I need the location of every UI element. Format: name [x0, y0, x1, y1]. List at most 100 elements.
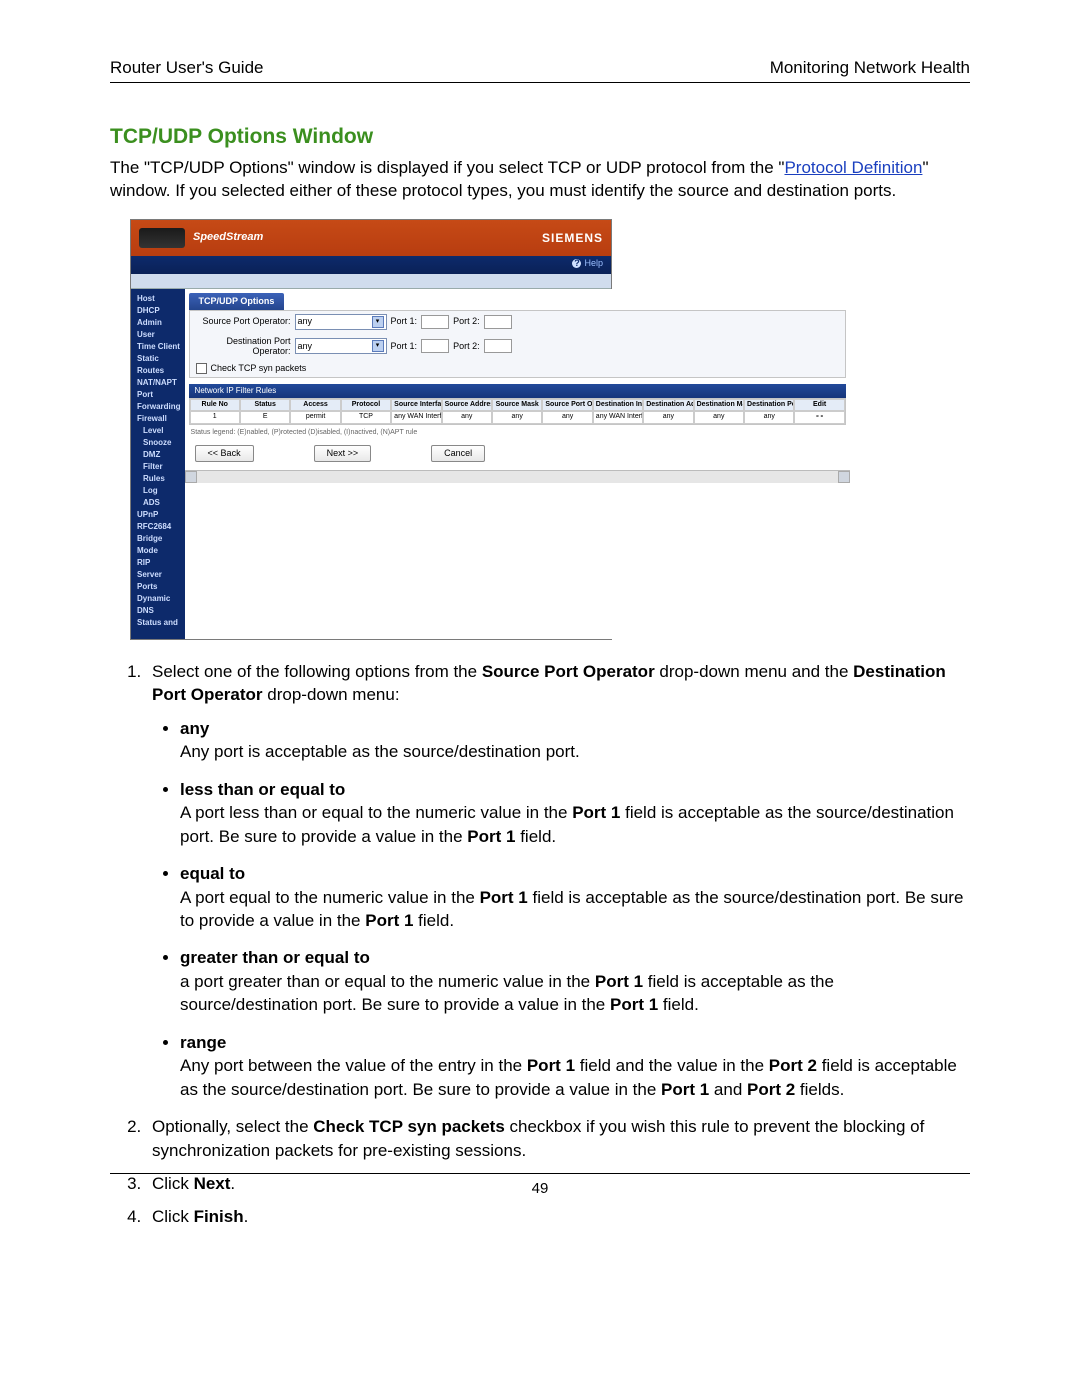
src-port1-input[interactable]: [421, 315, 449, 329]
table-header: Destination Interface: [593, 399, 643, 411]
table-cell: any WAN Interface: [593, 411, 643, 423]
screenshot-help-bar: ?Help: [131, 256, 611, 274]
intro-paragraph: The "TCP/UDP Options" window is displaye…: [110, 157, 970, 203]
option-item: equal toA port equal to the numeric valu…: [180, 862, 970, 932]
table-cell: any: [643, 411, 693, 423]
sidebar-item[interactable]: Status and: [137, 617, 181, 629]
src-port-label: Source Port Operator:: [196, 316, 291, 327]
sidebar-item[interactable]: DMZ: [143, 449, 181, 461]
sidebar-item[interactable]: NAT/NAPT: [137, 377, 181, 389]
table-cell: any: [442, 411, 492, 423]
sidebar-item[interactable]: Admin User: [137, 317, 181, 341]
table-header: Destination Mask: [694, 399, 744, 411]
table-header: Source Port Op: [542, 399, 592, 411]
table-header: Protocol: [341, 399, 391, 411]
sidebar-item[interactable]: Static Routes: [137, 353, 181, 377]
table-cell: E: [240, 411, 290, 423]
table-cell: ∘∘: [794, 411, 844, 423]
back-button[interactable]: << Back: [195, 445, 254, 462]
table-header: Status: [240, 399, 290, 411]
sidebar-item[interactable]: Log: [143, 485, 181, 497]
option-item: greater than or equal toa port greater t…: [180, 946, 970, 1016]
sidebar-item[interactable]: RFC2684: [137, 521, 181, 533]
option-desc: a port greater than or equal to the nume…: [180, 970, 970, 1017]
table-header: Source Mask: [492, 399, 542, 411]
screenshot-titlebar: SpeedStream SIEMENS: [131, 220, 611, 256]
check-tcp-syn-label: Check TCP syn packets: [211, 363, 307, 374]
table-header: Edit: [794, 399, 844, 411]
protocol-definition-link[interactable]: Protocol Definition: [784, 158, 922, 177]
sidebar-item[interactable]: Host: [137, 293, 181, 305]
sidebar-item[interactable]: Time Client: [137, 341, 181, 353]
port2-label: Port 2:: [453, 341, 480, 352]
option-name: range: [180, 1031, 970, 1054]
page-footer: 49: [110, 1173, 970, 1197]
option-name: less than or equal to: [180, 778, 970, 801]
sidebar-item[interactable]: RIP: [137, 557, 181, 569]
table-header: Rule No: [190, 399, 240, 411]
sidebar-item[interactable]: DHCP: [137, 305, 181, 317]
screenshot-sidebar: HostDHCPAdmin UserTime ClientStatic Rout…: [131, 289, 185, 639]
sidebar-item[interactable]: Bridge Mode: [137, 533, 181, 557]
table-cell: TCP: [341, 411, 391, 423]
table-cell: any: [744, 411, 794, 423]
sidebar-item[interactable]: Server Ports: [137, 569, 181, 593]
table-header: Source Address: [442, 399, 492, 411]
sidebar-item[interactable]: ADS: [143, 497, 181, 509]
cancel-button[interactable]: Cancel: [431, 445, 485, 462]
check-tcp-syn-checkbox[interactable]: [196, 363, 207, 374]
option-name: greater than or equal to: [180, 946, 970, 969]
next-button[interactable]: Next >>: [314, 445, 372, 462]
screenshot-tcpudp-options: SpeedStream SIEMENS ?Help HostDHCPAdmin …: [130, 219, 612, 640]
src-port-select[interactable]: any ▾: [295, 314, 387, 330]
table-cell: any: [492, 411, 542, 423]
option-name: any: [180, 717, 970, 740]
table-header: Source Interface: [391, 399, 441, 411]
option-desc: A port equal to the numeric value in the…: [180, 886, 970, 933]
scrollbar[interactable]: [185, 470, 850, 483]
dst-port2-input[interactable]: [484, 339, 512, 353]
dst-port-select[interactable]: any ▾: [295, 338, 387, 354]
sidebar-item[interactable]: Dynamic DNS: [137, 593, 181, 617]
sidebar-item[interactable]: Level: [143, 425, 181, 437]
table-cell: any WAN Interface: [391, 411, 441, 423]
status-legend: Status legend: (E)nabled, (P)rotected (D…: [185, 427, 850, 439]
help-icon: ?: [572, 259, 581, 268]
help-link[interactable]: Help: [584, 258, 603, 268]
sidebar-item[interactable]: Port Forwarding: [137, 389, 181, 413]
option-item: less than or equal toA port less than or…: [180, 778, 970, 848]
option-item: anyAny port is acceptable as the source/…: [180, 717, 970, 764]
option-desc: A port less than or equal to the numeric…: [180, 801, 970, 848]
sidebar-item[interactable]: Filter Rules: [143, 461, 181, 485]
option-name: equal to: [180, 862, 970, 885]
screenshot-main: TCP/UDP Options Source Port Operator: an…: [185, 289, 850, 639]
header-left: Router User's Guide: [110, 58, 263, 78]
option-desc: Any port is acceptable as the source/des…: [180, 740, 970, 763]
option-desc: Any port between the value of the entry …: [180, 1054, 970, 1101]
section-title: TCP/UDP Options Window: [110, 125, 970, 149]
sidebar-item[interactable]: Firewall: [137, 413, 181, 425]
step-4: Click Finish.: [146, 1205, 970, 1228]
src-port2-input[interactable]: [484, 315, 512, 329]
chevron-down-icon: ▾: [372, 340, 384, 352]
table-header: Destination Address: [643, 399, 693, 411]
step-1: Select one of the following options from…: [146, 660, 970, 1101]
port2-label: Port 2:: [453, 316, 480, 327]
filter-rules-banner: Network IP Filter Rules: [189, 384, 846, 398]
screenshot-tab-strip: [131, 274, 611, 289]
header-right: Monitoring Network Health: [770, 58, 970, 78]
port1-label: Port 1:: [391, 316, 418, 327]
page-number: 49: [532, 1180, 549, 1197]
filter-rules-table: Rule NoStatusAccessProtocolSource Interf…: [189, 398, 846, 425]
sidebar-item[interactable]: Snooze: [143, 437, 181, 449]
table-cell: permit: [290, 411, 340, 423]
step-2: Optionally, select the Check TCP syn pac…: [146, 1115, 970, 1162]
port1-label: Port 1:: [391, 341, 418, 352]
dst-port1-input[interactable]: [421, 339, 449, 353]
table-header: Destination Port Op: [744, 399, 794, 411]
options-panel: Source Port Operator: any ▾ Port 1: Port…: [189, 310, 846, 379]
router-icon: [139, 228, 185, 248]
sidebar-item[interactable]: UPnP: [137, 509, 181, 521]
tab-tcpudp-options[interactable]: TCP/UDP Options: [189, 293, 285, 310]
brand-label: SpeedStream: [193, 231, 263, 244]
